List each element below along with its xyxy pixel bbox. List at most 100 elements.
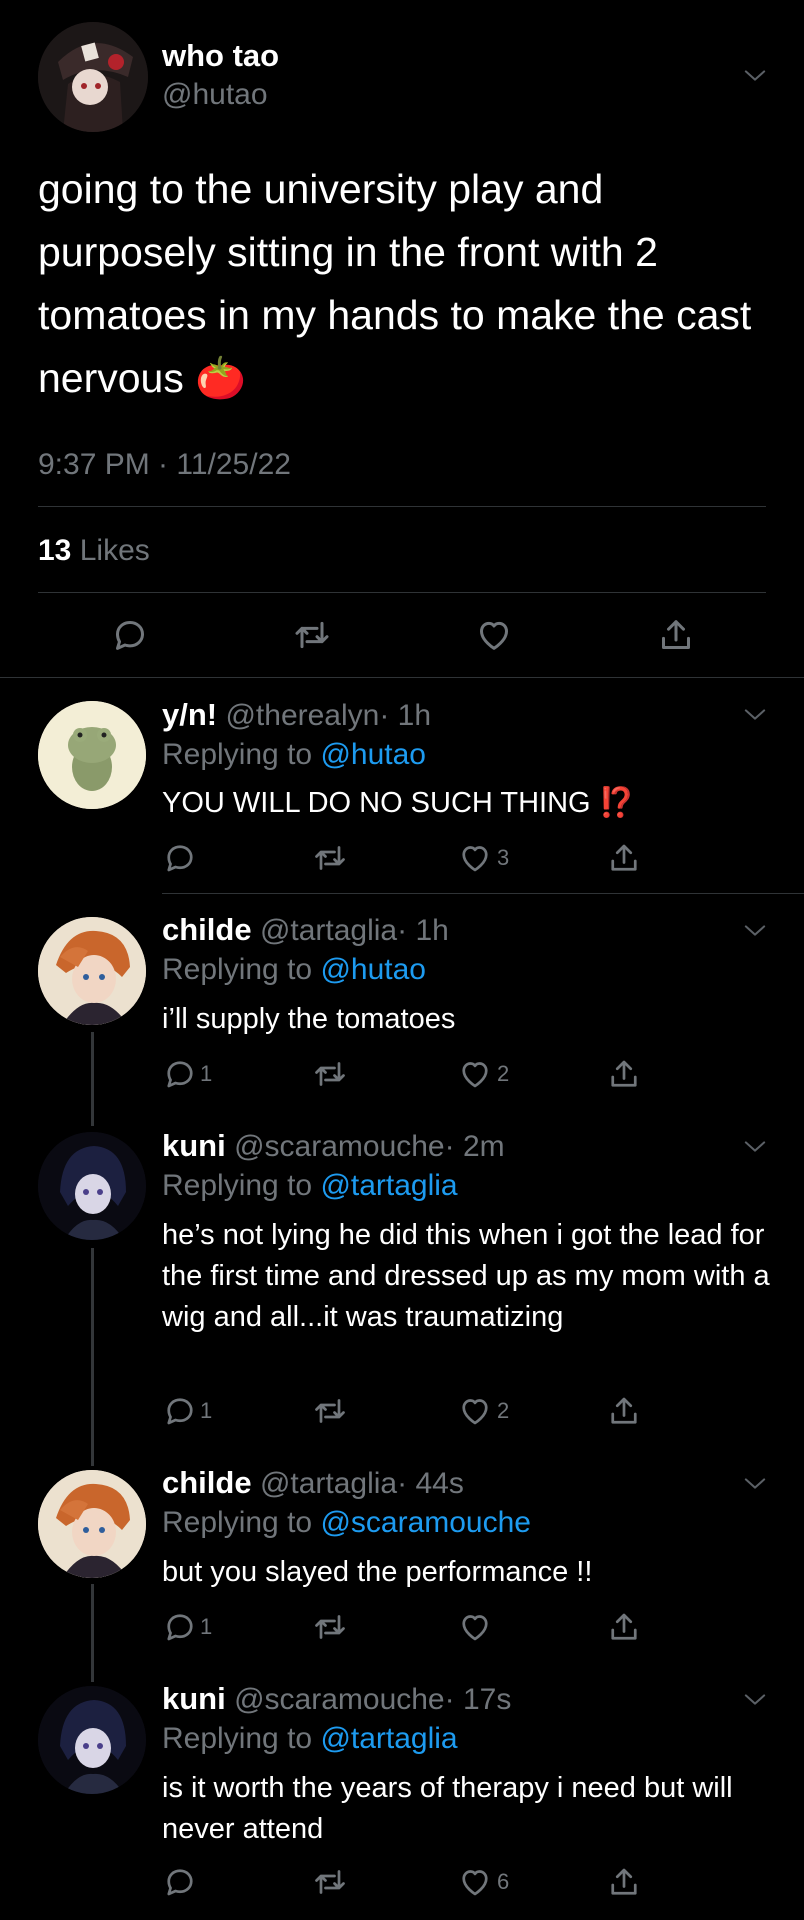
thread-connector [91, 1032, 94, 1126]
reply-time[interactable]: · 44s [397, 1467, 464, 1500]
author-handle[interactable]: @hutao [162, 78, 268, 112]
chevron-down-icon[interactable] [744, 69, 766, 83]
likes-stat[interactable]: 13 Likes [38, 534, 150, 568]
reply-text: but you slayed the performance !! [162, 1556, 593, 1588]
avatar[interactable] [38, 1470, 146, 1578]
chevron-down-icon[interactable] [744, 1140, 766, 1154]
reply-button[interactable] [110, 615, 150, 655]
reply-button[interactable] [162, 1864, 198, 1900]
heart-icon [457, 1609, 493, 1645]
reply-handle[interactable]: @tartaglia [260, 1467, 397, 1500]
chevron-down-icon[interactable] [744, 924, 766, 938]
tweet-text: going to the university play and purpose… [38, 158, 758, 410]
reply-button[interactable]: 1 [162, 1056, 212, 1092]
share-button[interactable] [606, 1056, 642, 1092]
replying-to: Replying to @tartaglia [162, 1722, 458, 1756]
author-display-name[interactable]: who tao [162, 38, 279, 74]
like-button[interactable]: 3 [457, 840, 509, 876]
share-button[interactable] [606, 1609, 642, 1645]
replying-to: Replying to @hutao [162, 953, 426, 987]
share-icon [606, 1864, 642, 1900]
replying-to: Replying to @hutao [162, 738, 426, 772]
avatar-image [38, 1470, 146, 1578]
retweet-button[interactable] [292, 615, 332, 655]
reply-display-name[interactable]: kuni [162, 1128, 226, 1163]
reply-time[interactable]: · 1h [397, 914, 449, 947]
reply-button[interactable]: 1 [162, 1393, 212, 1429]
tweet-timestamp: 9:37 PM · 11/25/22 [38, 448, 291, 481]
like-count: 3 [497, 845, 510, 870]
reply-icon [162, 1393, 198, 1429]
reply-handle[interactable]: @therealyn [225, 699, 379, 732]
share-button[interactable] [606, 1864, 642, 1900]
replying-mention[interactable]: @hutao [320, 738, 426, 771]
reply-display-name[interactable]: childe [162, 1465, 252, 1500]
avatar[interactable] [38, 1132, 146, 1240]
retweet-button[interactable] [312, 1393, 348, 1429]
replying-to: Replying to @scaramouche [162, 1506, 531, 1540]
avatar-image [38, 22, 148, 132]
reply-button[interactable]: 1 [162, 1609, 212, 1645]
avatar-image [38, 701, 146, 809]
reply-button[interactable] [162, 840, 198, 876]
reply-time[interactable]: · 17s [445, 1683, 512, 1716]
replying-prefix: Replying to [162, 738, 313, 771]
reply-handle[interactable]: @tartaglia [260, 914, 397, 947]
reply-display-name[interactable]: kuni [162, 1681, 226, 1716]
like-button[interactable]: 6 [457, 1864, 509, 1900]
retweet-icon [292, 615, 332, 655]
reply-handle[interactable]: @scaramouche [234, 1683, 445, 1716]
reply-handle[interactable]: @scaramouche [234, 1130, 445, 1163]
retweet-button[interactable] [312, 1056, 348, 1092]
thread-connector [91, 1584, 94, 1682]
replying-mention[interactable]: @scaramouche [320, 1506, 531, 1539]
heart-icon [457, 840, 493, 876]
avatar[interactable] [38, 1686, 146, 1794]
interrobang-emoji: ⁉️ [598, 787, 635, 819]
reply-icon [162, 1609, 198, 1645]
replying-mention[interactable]: @hutao [320, 953, 426, 986]
avatar[interactable] [38, 917, 146, 1025]
divider [38, 592, 766, 593]
like-button[interactable]: 2 [457, 1393, 509, 1429]
like-button[interactable] [457, 1609, 493, 1645]
chevron-down-icon[interactable] [744, 708, 766, 722]
like-button[interactable] [474, 615, 514, 655]
reply-display-name[interactable]: childe [162, 912, 252, 947]
reply-display-name[interactable]: y/n! [162, 697, 217, 732]
share-button[interactable] [606, 1393, 642, 1429]
reply-header: kuni @scaramouche· 17s [162, 1681, 511, 1717]
like-button[interactable]: 2 [457, 1056, 509, 1092]
heart-icon [457, 1393, 493, 1429]
retweet-button[interactable] [312, 1864, 348, 1900]
share-button[interactable] [606, 840, 642, 876]
share-icon [606, 1393, 642, 1429]
share-button[interactable] [656, 615, 696, 655]
replying-mention[interactable]: @tartaglia [320, 1169, 457, 1202]
replying-mention[interactable]: @tartaglia [320, 1722, 457, 1755]
divider [38, 506, 766, 507]
like-count: 6 [497, 1869, 510, 1894]
tweet-text-content: going to the university play and purpose… [38, 166, 752, 401]
reply-time[interactable]: · 1h [379, 699, 431, 732]
reply-header: kuni @scaramouche· 2m [162, 1128, 505, 1164]
avatar[interactable] [38, 701, 146, 809]
avatar[interactable] [38, 22, 148, 132]
retweet-icon [312, 1609, 348, 1645]
reply-count: 1 [200, 1614, 213, 1639]
chevron-down-icon[interactable] [744, 1477, 766, 1491]
like-count: 2 [497, 1398, 510, 1423]
share-icon [606, 1609, 642, 1645]
share-icon [606, 1056, 642, 1092]
retweet-button[interactable] [312, 1609, 348, 1645]
reply-text: i’ll supply the tomatoes [162, 1003, 456, 1035]
reply-time[interactable]: · 2m [445, 1130, 505, 1163]
divider [0, 677, 804, 678]
replying-prefix: Replying to [162, 1169, 313, 1202]
retweet-button[interactable] [312, 840, 348, 876]
chevron-down-icon[interactable] [744, 1693, 766, 1707]
replying-to: Replying to @tartaglia [162, 1169, 458, 1203]
reply-text: is it worth the years of therapy i need … [162, 1772, 733, 1845]
retweet-icon [312, 1864, 348, 1900]
reply-header: childe @tartaglia· 1h [162, 912, 449, 948]
